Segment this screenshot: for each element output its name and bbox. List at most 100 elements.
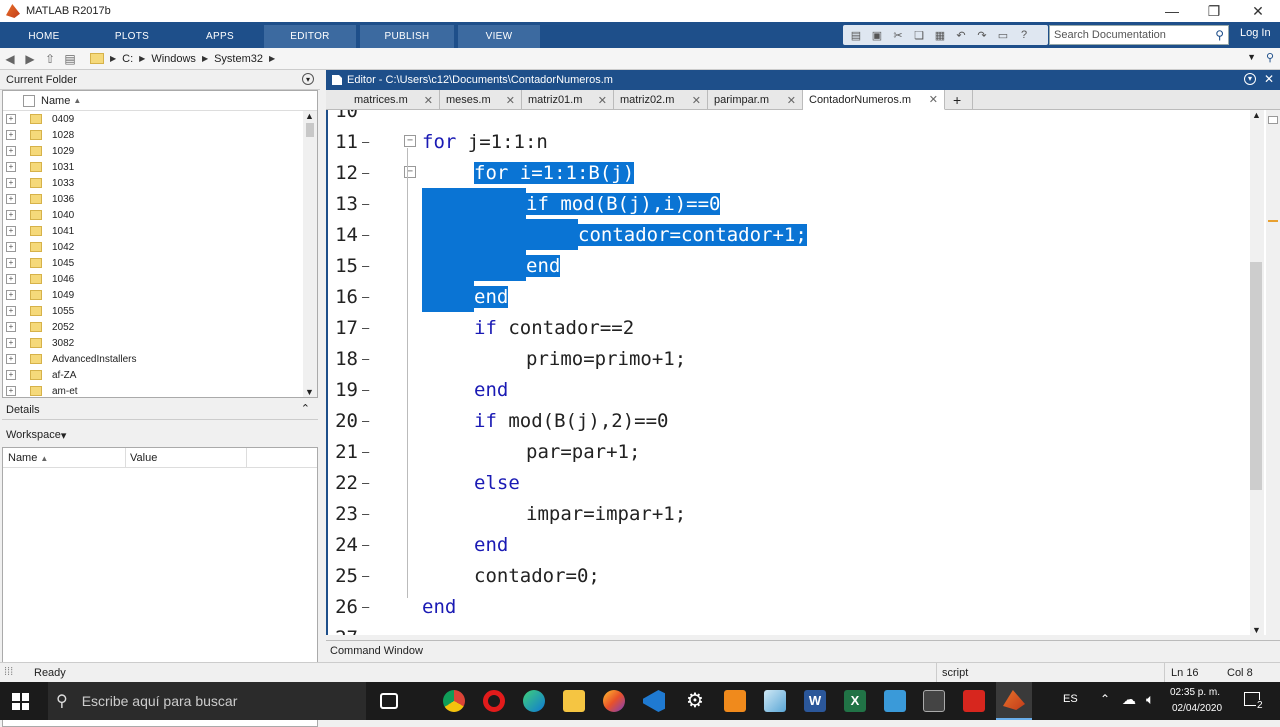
tab-home[interactable]: HOME [6, 25, 82, 48]
login-link[interactable]: Log In [1240, 27, 1271, 39]
folder-list-item[interactable]: +1055 [3, 303, 317, 319]
matlab-taskbar-button[interactable] [996, 682, 1032, 720]
expand-icon[interactable]: + [6, 194, 16, 204]
fold-toggle-icon[interactable]: − [404, 135, 416, 147]
browse-folder-icon[interactable]: ▤ [60, 52, 80, 66]
back-icon[interactable]: ◀ [0, 52, 20, 66]
restore-button[interactable]: ❐ [1192, 0, 1236, 22]
code-line[interactable]: 26 — end [328, 591, 1248, 622]
folder-list-item[interactable]: +1041 [3, 223, 317, 239]
code-line[interactable]: 20 — if mod(B(j),2)==0 [328, 405, 1248, 436]
file-explorer-icon[interactable] [563, 690, 585, 712]
edge-icon[interactable] [523, 690, 545, 712]
editor-scroll-up-icon[interactable]: ▲ [1252, 110, 1261, 120]
collapse-icon[interactable]: ⌃ [301, 402, 310, 415]
calculator-icon[interactable] [923, 690, 945, 712]
code-line[interactable]: 17 — if contador==2 [328, 312, 1248, 343]
tab-meses[interactable]: meses.m ✕ [440, 90, 522, 110]
code-line[interactable]: 21 — par=par+1; [328, 436, 1248, 467]
editor-close-icon[interactable]: ✕ [1264, 72, 1274, 86]
breakpoint-marker[interactable]: — [362, 166, 369, 180]
save-icon[interactable]: ▣ [868, 27, 886, 43]
folder-list-item[interactable]: +2052 [3, 319, 317, 335]
workspace-actions-icon[interactable]: ▾ [61, 429, 67, 442]
new-file-icon[interactable]: ▤ [847, 27, 865, 43]
workspace-value-col[interactable]: Value [125, 448, 157, 468]
breakpoint-marker[interactable]: — [362, 290, 369, 304]
minimize-button[interactable]: — [1150, 0, 1194, 22]
tab-plots[interactable]: PLOTS [94, 25, 170, 48]
expand-icon[interactable]: + [6, 114, 16, 124]
volume-icon[interactable]: 🔈︎ [1146, 691, 1154, 708]
code-editor[interactable]: 10 11— for j=1:1:n −12— for i=1:1:B(j) −13— if… [326, 110, 1276, 635]
up-folder-icon[interactable]: ⇧ [40, 52, 60, 66]
breakpoint-marker[interactable]: — [362, 538, 369, 552]
expand-icon[interactable]: + [6, 210, 16, 220]
folder-list-item[interactable]: +1033 [3, 175, 317, 191]
breakpoint-marker[interactable]: — [362, 476, 369, 490]
tab-parimpar[interactable]: parimpar.m ✕ [708, 90, 803, 110]
search-documentation-input[interactable]: Search Documentation ⚲ [1049, 25, 1229, 45]
expand-icon[interactable]: + [6, 306, 16, 316]
folder-list-item[interactable]: +1028 [3, 127, 317, 143]
expand-icon[interactable]: + [6, 146, 16, 156]
copy-icon[interactable]: ❏ [910, 27, 928, 43]
folder-list-item[interactable]: + am-et [3, 383, 317, 399]
sublime-icon[interactable] [724, 690, 746, 712]
code-line[interactable]: 25 — contador=0; [328, 560, 1248, 591]
folder-scrollbar[interactable]: ▲ ▼ [303, 111, 317, 397]
scroll-down-icon[interactable]: ▼ [305, 387, 314, 397]
expand-icon[interactable]: + [6, 130, 16, 140]
acrobat-icon[interactable] [963, 690, 985, 712]
folder-list-item[interactable]: +3082 [3, 335, 317, 351]
tab-view[interactable]: VIEW [458, 25, 540, 48]
code-line[interactable]: 10 [328, 110, 1248, 126]
breakpoint-marker[interactable]: — [362, 228, 369, 242]
expand-icon[interactable]: + [6, 338, 16, 348]
folder-list-item[interactable]: + af-ZA [3, 367, 317, 383]
breakpoint-marker[interactable]: — [362, 445, 369, 459]
breakpoint-marker[interactable]: — [362, 197, 369, 211]
taskbar-search-box[interactable]: ⚲ Escribe aquí para buscar [48, 682, 366, 720]
expand-icon[interactable]: + [6, 354, 16, 364]
scroll-up-icon[interactable]: ▲ [305, 111, 314, 121]
panel-actions-icon[interactable]: ▾ [302, 73, 314, 85]
expand-icon[interactable]: + [6, 322, 16, 332]
add-tab-button[interactable]: + [945, 90, 973, 110]
word-icon[interactable]: W [804, 690, 826, 712]
expand-icon[interactable]: + [6, 386, 16, 396]
code-line[interactable]: 22 — else [328, 467, 1248, 498]
warning-marker[interactable] [1268, 220, 1278, 222]
settings-gear-icon[interactable]: ⚙ [684, 690, 706, 712]
details-header[interactable]: Details ⌃ [2, 400, 318, 420]
tab-matriz02[interactable]: matriz02.m ✕ [614, 90, 708, 110]
switch-windows-icon[interactable]: ▭ [994, 27, 1012, 43]
breakpoint-marker[interactable]: — [362, 352, 369, 366]
onedrive-cloud-icon[interactable]: ☁ [1122, 691, 1136, 708]
folder-list-item[interactable]: +0409 [3, 111, 317, 127]
tab-contadornumeros[interactable]: ContadorNumeros.m ✕ [803, 90, 945, 110]
edit-app-icon[interactable] [764, 690, 786, 712]
name-column-label[interactable]: Name [41, 95, 70, 107]
firefox-icon[interactable] [603, 690, 625, 712]
code-line[interactable]: 12 — for i=1:1:B(j) − [328, 157, 1248, 188]
folder-list-item[interactable]: +1046 [3, 271, 317, 287]
windows-start-icon[interactable] [12, 693, 29, 710]
clock-date[interactable]: 02/04/2020 [1172, 703, 1222, 714]
opera-icon[interactable] [483, 690, 505, 712]
redo-icon[interactable]: ↷ [973, 27, 991, 43]
breakpoint-marker[interactable]: — [362, 259, 369, 273]
expand-icon[interactable]: + [6, 258, 16, 268]
tab-matrices[interactable]: matrices.m ✕ [348, 90, 440, 110]
command-window-header[interactable]: Command Window [326, 640, 1280, 660]
remote-desktop-icon[interactable] [884, 690, 906, 712]
breakpoint-marker[interactable]: — [362, 321, 369, 335]
fold-toggle-icon[interactable]: − [404, 166, 416, 178]
expand-icon[interactable]: + [6, 274, 16, 284]
show-hidden-icons-icon[interactable]: ⌃ [1100, 692, 1110, 706]
folder-list-item[interactable]: +1029 [3, 143, 317, 159]
folder-list-item[interactable]: +1049 [3, 287, 317, 303]
clock-time[interactable]: 02:35 p. m. [1170, 687, 1220, 698]
expand-icon[interactable]: + [6, 370, 16, 380]
tab-matriz01[interactable]: matriz01.m ✕ [522, 90, 614, 110]
